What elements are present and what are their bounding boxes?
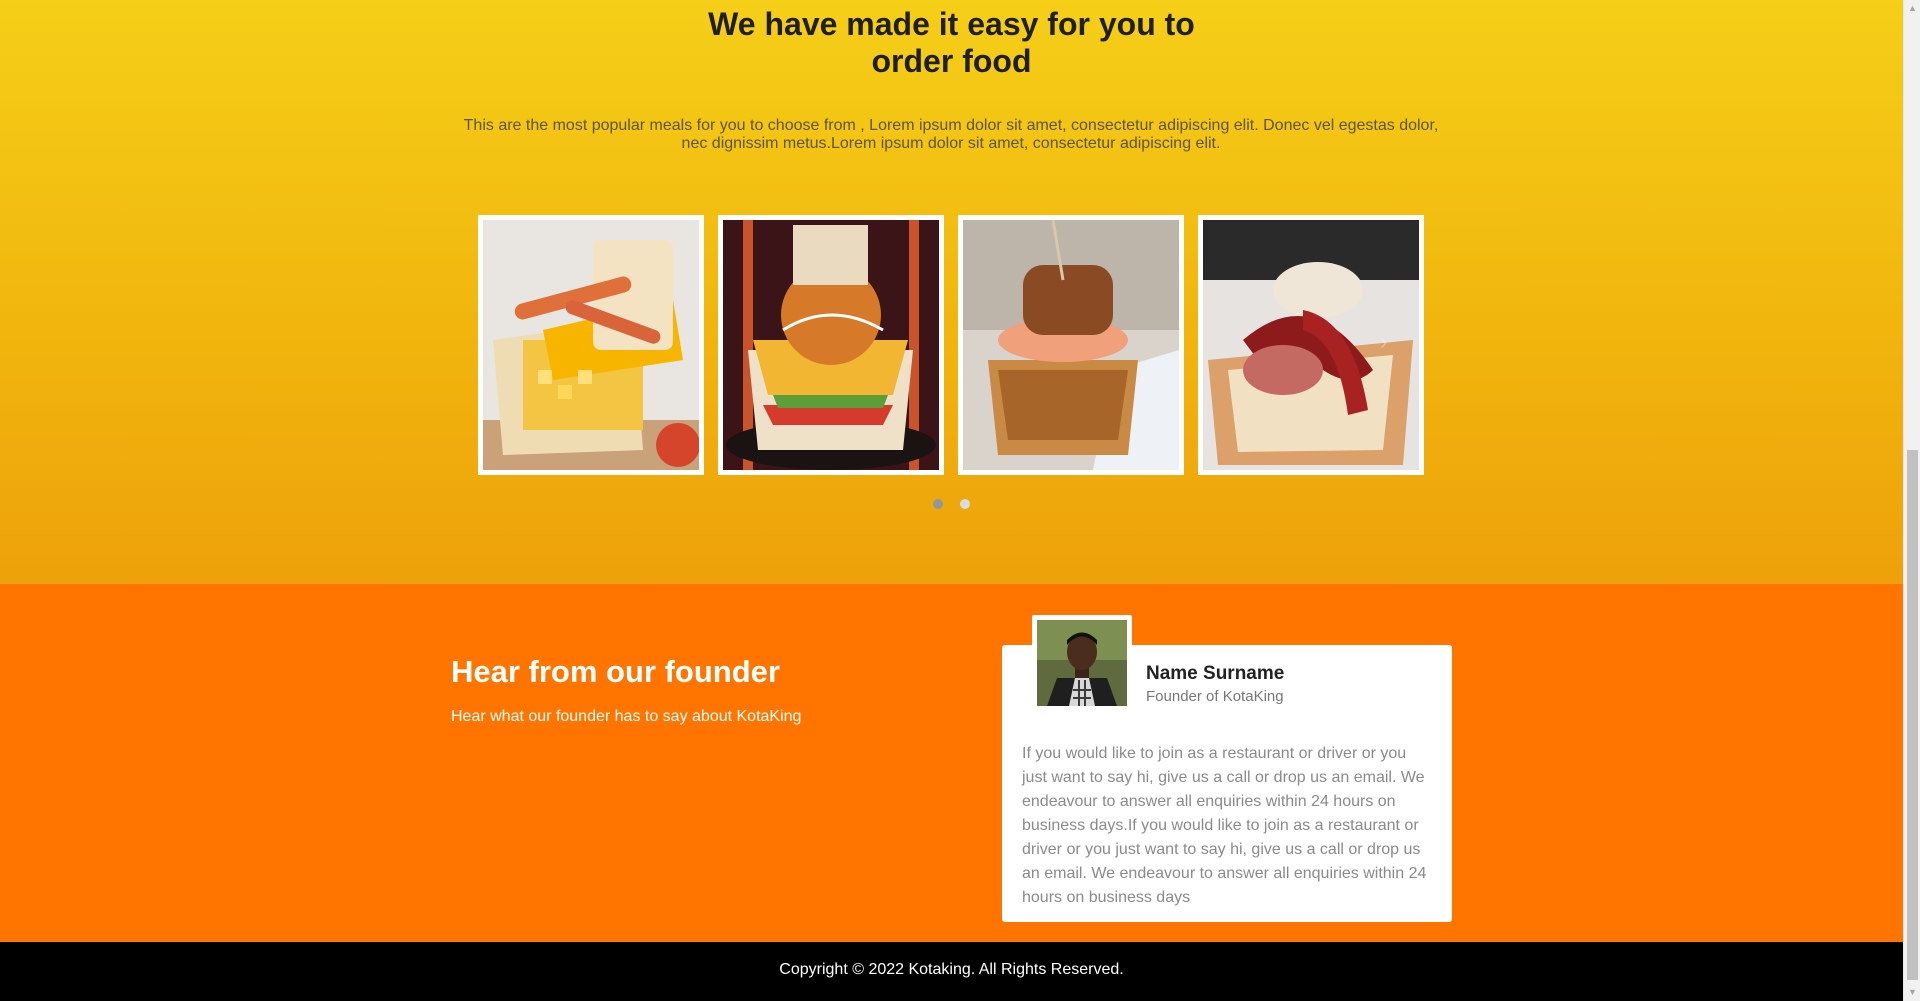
footer-copyright: Copyright © 2022 Kotaking. All Rights Re… [779,961,1124,978]
meal-card[interactable] [718,215,944,475]
founder-heading: Hear from our founder [451,654,780,689]
founder-quote: If you would like to join as a restauran… [1022,745,1427,906]
founder-section: Hear from our founder Hear what our foun… [0,584,1903,942]
founder-role: Founder of KotaKing [1146,688,1284,705]
carousel-pagination [0,496,1903,514]
scroll-up-icon[interactable]: ▲ [1904,0,1920,17]
meal-image[interactable] [483,220,699,470]
footer: Copyright © 2022 Kotaking. All Rights Re… [0,942,1903,1001]
carousel-dot-2[interactable] [959,499,970,509]
carousel-dot-1[interactable] [933,499,944,509]
meal-image[interactable] [723,220,939,470]
meals-heading-line-2: order food [871,43,1032,79]
popular-meals-section: We have made it easy for you to order fo… [0,0,1903,584]
meals-heading: We have made it easy for you to order fo… [0,6,1903,80]
meals-heading-line-1: We have made it easy for you to [708,6,1195,42]
meal-card[interactable] [1198,215,1424,475]
founder-subheading: Hear what our founder has to say about K… [451,708,802,725]
founder-name: Name Surname [1146,663,1285,684]
chevron-right-icon[interactable]: › [1380,329,1387,355]
founder-avatar [1032,615,1132,711]
scroll-down-icon[interactable]: ▼ [1904,984,1920,1001]
meal-image[interactable] [963,220,1179,470]
scrollbar-thumb[interactable] [1907,450,1918,980]
meals-carousel[interactable] [478,215,1425,475]
meal-card[interactable] [478,215,704,475]
page-scrollbar[interactable]: ▲ ▼ [1903,0,1920,1001]
meal-card[interactable] [958,215,1184,475]
page: We have made it easy for you to order fo… [0,0,1903,1001]
meals-intro-text: This are the most popular meals for you … [463,117,1439,152]
